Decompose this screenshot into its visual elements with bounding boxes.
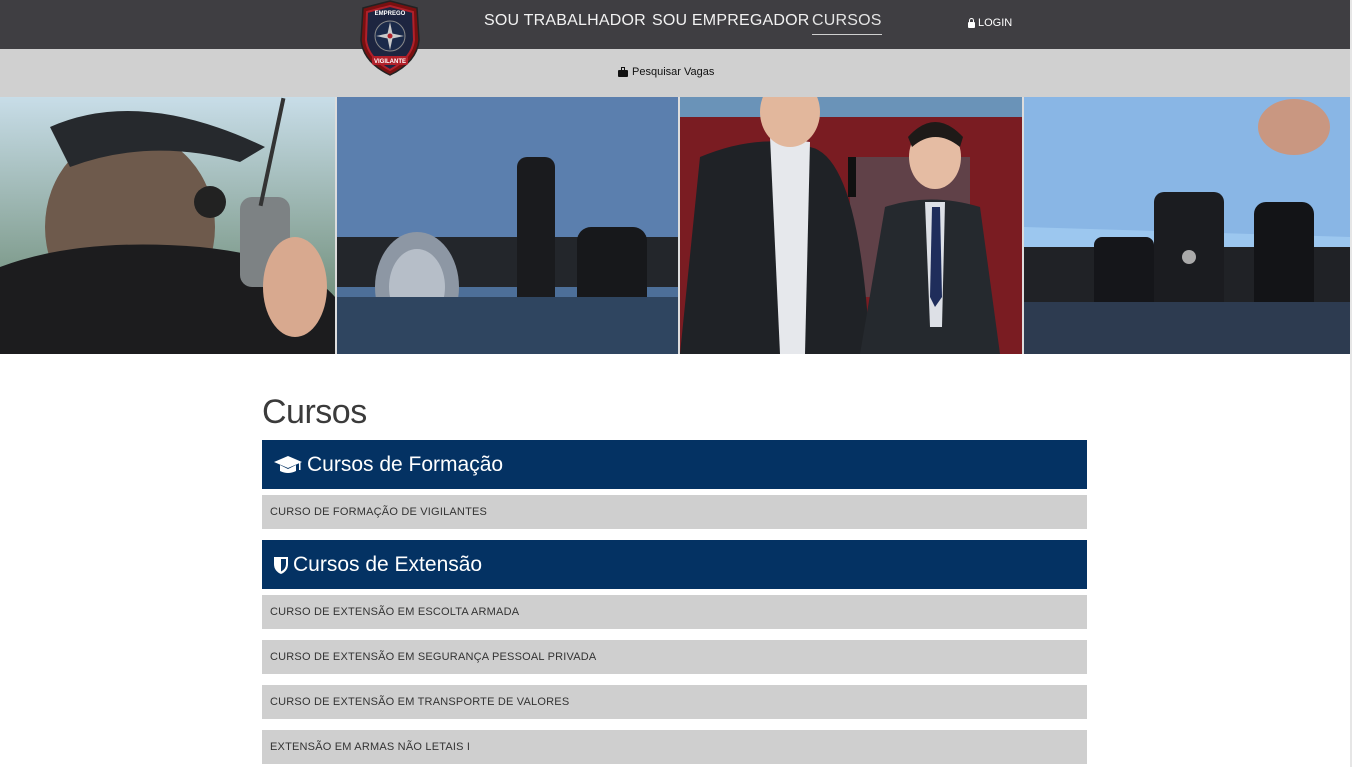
site-logo[interactable]: EMPREGO VIGILANTE	[359, 0, 421, 76]
course-item-transporte-valores[interactable]: CURSO DE EXTENSÃO EM TRANSPORTE DE VALOR…	[262, 685, 1087, 719]
course-item-escolta-armada[interactable]: CURSO DE EXTENSÃO EM ESCOLTA ARMADA	[262, 595, 1087, 629]
section-header-formacao: Cursos de Formação	[262, 440, 1087, 489]
section-title-formacao: Cursos de Formação	[307, 452, 504, 476]
graduation-cap-icon	[274, 455, 302, 473]
shield-icon	[274, 556, 288, 574]
login-label: LOGIN	[978, 17, 1013, 29]
nav-sou-empregador[interactable]: SOU EMPREGADOR	[652, 12, 810, 30]
sub-navbar: Pesquisar Vagas	[0, 49, 1352, 97]
nav-sou-trabalhador[interactable]: SOU TRABALHADOR	[484, 12, 646, 30]
logo-bottom-text: VIGILANTE	[374, 59, 406, 65]
main-content: Cursos	[262, 392, 1087, 432]
shield-badge-logo: EMPREGO VIGILANTE	[360, 0, 420, 76]
section-header-extensao: Cursos de Extensão	[262, 540, 1087, 589]
search-jobs-link[interactable]: Pesquisar Vagas	[618, 66, 714, 78]
banner-photo-guard-holster	[1024, 97, 1350, 354]
banner-photo-agents-suits	[680, 97, 1022, 354]
section-title-extensao: Cursos de Extensão	[293, 552, 483, 576]
course-item-armas-nao-letais[interactable]: EXTENSÃO EM ARMAS NÃO LETAIS I	[262, 730, 1087, 764]
logo-top-text: EMPREGO	[375, 11, 406, 17]
page-title: Cursos	[262, 393, 367, 431]
login-link[interactable]: LOGIN	[968, 17, 1012, 29]
banner-photo-police-belt	[337, 97, 678, 354]
hero-banner	[0, 97, 1350, 354]
lock-icon	[968, 17, 975, 28]
nav-cursos[interactable]: CURSOS	[812, 12, 882, 35]
top-navbar: SOU TRABALHADOR SOU EMPREGADOR CURSOS LO…	[0, 0, 1352, 49]
briefcase-icon	[618, 66, 628, 77]
search-jobs-label: Pesquisar Vagas	[632, 66, 715, 78]
course-item-formacao-vigilantes[interactable]: CURSO DE FORMAÇÃO DE VIGILANTES	[262, 495, 1087, 529]
course-item-seguranca-pessoal[interactable]: CURSO DE EXTENSÃO EM SEGURANÇA PESSOAL P…	[262, 640, 1087, 674]
banner-photo-guard-radio	[0, 97, 335, 354]
